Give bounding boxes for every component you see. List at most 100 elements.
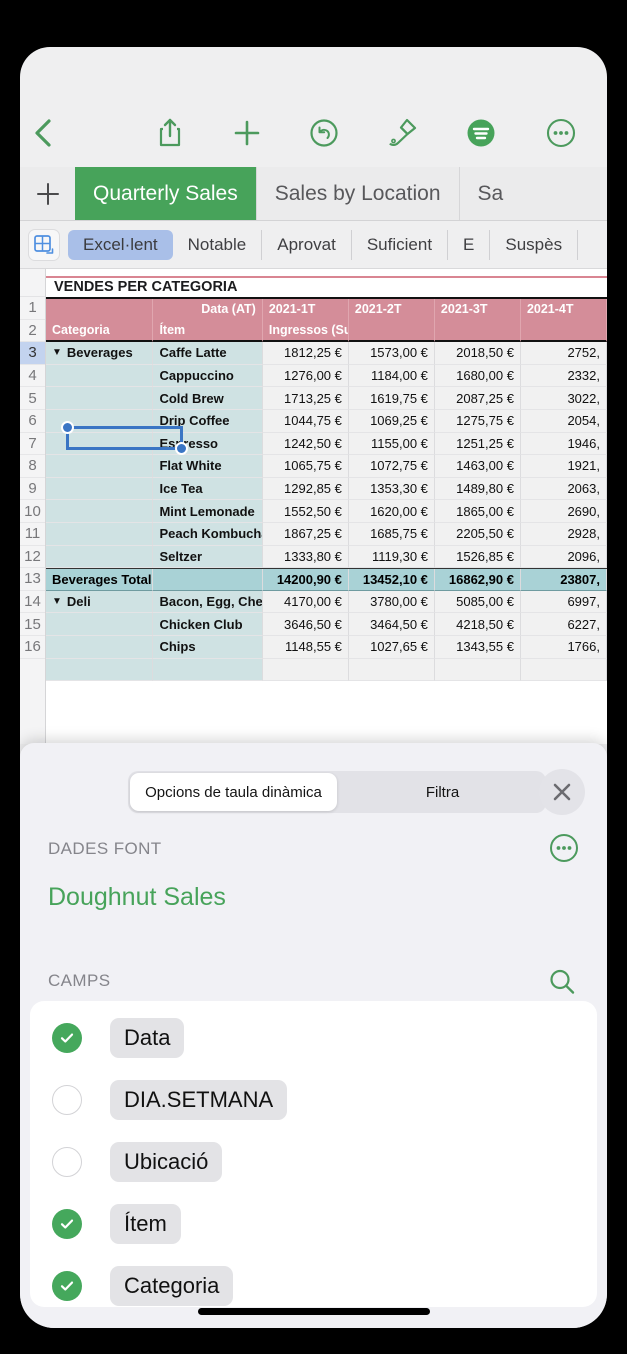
table-row-total[interactable]: Beverages Total 14200,90 € 13452,10 € 16… — [46, 568, 607, 591]
cell-q2[interactable]: 1155,00 € — [348, 432, 435, 456]
cell-q1[interactable]: 4170,00 € — [262, 590, 349, 614]
row-header-3[interactable]: 3 — [20, 342, 45, 365]
cell-item[interactable]: Chicken Club — [153, 613, 263, 636]
cell-q1[interactable]: 1867,25 € — [262, 522, 349, 546]
cell-total-q4[interactable]: 23807, — [520, 569, 607, 591]
cell-q4[interactable]: 2063, — [520, 477, 607, 501]
row-header-15[interactable]: 15 — [20, 613, 45, 636]
cell-q4[interactable]: 1946, — [520, 432, 607, 456]
sheet-tab-sales-by-location[interactable]: Sales by Location — [255, 167, 459, 220]
cell-q4[interactable]: 2752, — [520, 342, 607, 365]
source-data-more-button[interactable] — [547, 831, 581, 870]
cell-q3[interactable]: 5085,00 € — [434, 590, 521, 614]
cell-q2[interactable]: 1184,00 € — [348, 364, 435, 388]
cell-q1[interactable]: 1148,55 € — [262, 635, 349, 659]
row-header-7[interactable]: 7 — [20, 433, 45, 456]
cell-q3[interactable]: 2205,50 € — [434, 522, 521, 546]
cell-total-blank[interactable] — [153, 569, 263, 591]
style-e[interactable]: E — [448, 229, 491, 260]
cell-total-q2[interactable]: 13452,10 € — [348, 569, 435, 591]
cell-item[interactable]: Bacon, Egg, Cheese — [153, 590, 263, 614]
back-icon[interactable] — [28, 116, 58, 150]
cell-q2[interactable]: 1353,30 € — [348, 477, 435, 501]
cell-q1[interactable]: 1333,80 € — [262, 545, 349, 569]
table-row[interactable]: Peach Kombucha 1867,25 € 1685,75 € 2205,… — [46, 522, 607, 546]
cell-q3[interactable]: 1275,75 € — [434, 409, 521, 433]
cell-q3[interactable]: 4218,50 € — [434, 613, 521, 636]
cell-q3[interactable]: 1865,00 € — [434, 500, 521, 523]
table-row[interactable]: ▼ Beverages Caffe Latte 1812,25 € 1573,00… — [46, 342, 607, 365]
table-row[interactable]: Chips 1148,55 € 1027,65 € 1343,55 € 1766… — [46, 635, 607, 659]
table-row[interactable]: Cappuccino 1276,00 € 1184,00 € 1680,00 €… — [46, 364, 607, 388]
cell-q1[interactable]: 1812,25 € — [262, 342, 349, 365]
field-checkbox-checked[interactable] — [52, 1023, 82, 1053]
cell-q2[interactable] — [348, 658, 435, 682]
cell-category[interactable] — [46, 364, 154, 388]
cell-total-q3[interactable]: 16862,90 € — [434, 569, 521, 591]
list-item-field-data[interactable]: Data — [30, 1007, 597, 1069]
cell-category[interactable] — [46, 432, 154, 456]
field-checkbox-checked[interactable] — [52, 1209, 82, 1239]
list-item-field-ubicacio[interactable]: Ubicació — [30, 1131, 597, 1193]
table-row[interactable]: Drip Coffee 1044,75 € 1069,25 € 1275,75 … — [46, 409, 607, 433]
fields-search-button[interactable] — [545, 965, 579, 1004]
paintbrush-icon[interactable] — [385, 116, 419, 150]
row-header-8[interactable]: 8 — [20, 455, 45, 478]
field-checkbox-unchecked[interactable] — [52, 1085, 82, 1115]
cell-category[interactable] — [46, 409, 154, 433]
field-label[interactable]: Ubicació — [110, 1142, 223, 1182]
table-row[interactable]: Cold Brew 1713,25 € 1619,75 € 2087,25 € … — [46, 387, 607, 410]
plus-icon[interactable] — [231, 116, 263, 150]
field-checkbox-unchecked[interactable] — [52, 1147, 82, 1177]
field-label[interactable]: DIA.SETMANA — [110, 1080, 288, 1120]
cell-q1[interactable]: 1276,00 € — [262, 364, 349, 388]
field-label[interactable]: Categoria — [110, 1266, 234, 1306]
cell-item[interactable]: Seltzer — [153, 545, 263, 569]
table-row[interactable]: Flat White 1065,75 € 1072,75 € 1463,00 €… — [46, 455, 607, 478]
source-data-name[interactable]: Doughnut Sales — [48, 883, 226, 912]
field-label[interactable]: Ítem — [110, 1204, 181, 1244]
add-sheet-button[interactable] — [20, 167, 75, 220]
share-icon[interactable] — [155, 116, 185, 150]
cell-category[interactable] — [46, 500, 154, 523]
row-header-4[interactable]: 4 — [20, 365, 45, 388]
sheet-tab-partial[interactable]: Sa — [458, 167, 522, 220]
style-aprovat[interactable]: Aprovat — [262, 229, 352, 260]
cell-q3[interactable]: 1489,80 € — [434, 477, 521, 501]
cell-category[interactable] — [46, 545, 154, 569]
table-row[interactable]: ▼ Deli Bacon, Egg, Cheese 4170,00 € 3780,… — [46, 590, 607, 614]
row-header-12[interactable]: 12 — [20, 546, 45, 569]
cell-q3[interactable]: 1680,00 € — [434, 364, 521, 388]
format-icon[interactable] — [464, 116, 498, 150]
cell-q1[interactable]: 1044,75 € — [262, 409, 349, 433]
cell-category[interactable]: ▼ Beverages — [46, 342, 154, 365]
cell-category[interactable] — [46, 613, 154, 636]
cell-category[interactable]: ▼ Deli — [46, 590, 154, 614]
cell-category[interactable] — [46, 658, 154, 682]
cell-q4[interactable]: 2054, — [520, 409, 607, 433]
spreadsheet-canvas[interactable]: 1 2 3 4 5 6 7 8 9 10 11 12 13 14 15 16 V… — [20, 269, 607, 744]
cell-q2[interactable]: 1119,30 € — [348, 545, 435, 569]
cell-category[interactable] — [46, 635, 154, 659]
cell-total-label[interactable]: Beverages Total — [46, 569, 154, 591]
cell-q3[interactable] — [434, 658, 521, 682]
cell-q3[interactable]: 1343,55 € — [434, 635, 521, 659]
cell-q1[interactable]: 1065,75 € — [262, 455, 349, 478]
disclosure-triangle-icon[interactable]: ▼ — [52, 347, 62, 358]
cell-category[interactable] — [46, 387, 154, 410]
cell-q1[interactable]: 1552,50 € — [262, 500, 349, 523]
style-suspes[interactable]: Suspès — [490, 229, 579, 260]
field-checkbox-checked[interactable] — [52, 1271, 82, 1301]
table-insert-button[interactable] — [20, 228, 68, 261]
style-suficient[interactable]: Suficient — [352, 229, 449, 260]
cell-item[interactable]: Drip Coffee — [153, 409, 263, 433]
table-row[interactable]: Chicken Club 3646,50 € 3464,50 € 4218,50… — [46, 613, 607, 636]
row-header-13[interactable]: 13 — [20, 568, 45, 591]
cell-item[interactable]: Chips — [153, 635, 263, 659]
row-header-10[interactable]: 10 — [20, 500, 45, 523]
table-row-partial[interactable] — [46, 658, 607, 682]
row-header-16[interactable]: 16 — [20, 636, 45, 659]
cell-category[interactable] — [46, 522, 154, 546]
field-label[interactable]: Data — [110, 1018, 185, 1058]
cell-item[interactable]: Flat White — [153, 455, 263, 478]
